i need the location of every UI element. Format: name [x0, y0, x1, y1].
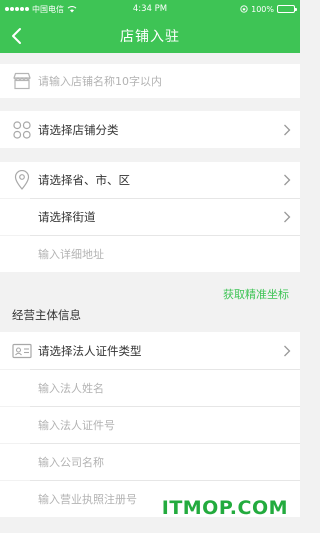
license-number-placeholder: 输入营业执照注册号	[38, 493, 137, 506]
carrier-name: 中国电信	[32, 4, 64, 14]
id-type-label: 请选择法人证件类型	[38, 343, 142, 358]
address-placeholder: 输入详细地址	[38, 248, 104, 261]
shop-category-select[interactable]: 请选择店铺分类	[0, 111, 300, 148]
legal-id-input[interactable]: 输入法人证件号	[0, 407, 300, 443]
legal-id-placeholder: 输入法人证件号	[38, 419, 115, 432]
chevron-right-icon	[284, 345, 291, 356]
nav-bar: 店铺入驻	[0, 18, 300, 53]
chevron-right-icon	[284, 124, 291, 135]
company-name-input[interactable]: 输入公司名称	[0, 444, 300, 480]
status-time: 4:34 PM	[132, 4, 168, 14]
region-select[interactable]: 请选择省、市、区	[0, 162, 300, 198]
company-name-placeholder: 输入公司名称	[38, 456, 104, 469]
shop-name-field[interactable]: 请输入店铺名称10字以内	[0, 64, 300, 98]
id-type-select[interactable]: 请选择法人证件类型	[0, 332, 300, 369]
address-input[interactable]: 输入详细地址	[0, 236, 300, 272]
chevron-right-icon	[284, 174, 291, 186]
watermark-logo: ITMOP.COM	[161, 497, 288, 519]
get-coordinates-link[interactable]: 获取精准坐标	[223, 286, 289, 302]
location-pin-icon	[12, 170, 32, 190]
back-arrow-icon[interactable]	[10, 26, 24, 46]
legal-name-placeholder: 输入法人姓名	[38, 382, 104, 395]
chevron-right-icon	[284, 211, 291, 223]
status-bar: 中国电信 4:34 PM 100%	[0, 0, 300, 18]
legal-name-input[interactable]: 输入法人姓名	[0, 370, 300, 406]
region-label: 请选择省、市、区	[38, 173, 130, 187]
section-title: 经营主体信息	[12, 308, 81, 322]
shop-icon	[12, 71, 32, 91]
orientation-lock-icon	[240, 5, 248, 13]
id-card-icon	[12, 341, 32, 361]
street-select[interactable]: 请选择街道	[0, 199, 300, 235]
wifi-icon	[67, 6, 77, 13]
battery-icon	[277, 5, 297, 13]
shop-category-label: 请选择店铺分类	[38, 122, 119, 137]
bottom-gap	[0, 519, 300, 533]
category-grid-icon	[12, 120, 32, 140]
page-title: 店铺入驻	[120, 28, 180, 45]
shop-name-placeholder: 请输入店铺名称10字以内	[38, 75, 162, 88]
street-label: 请选择街道	[38, 210, 96, 224]
battery-percent: 100%	[251, 4, 274, 14]
signal-icon	[5, 7, 29, 11]
